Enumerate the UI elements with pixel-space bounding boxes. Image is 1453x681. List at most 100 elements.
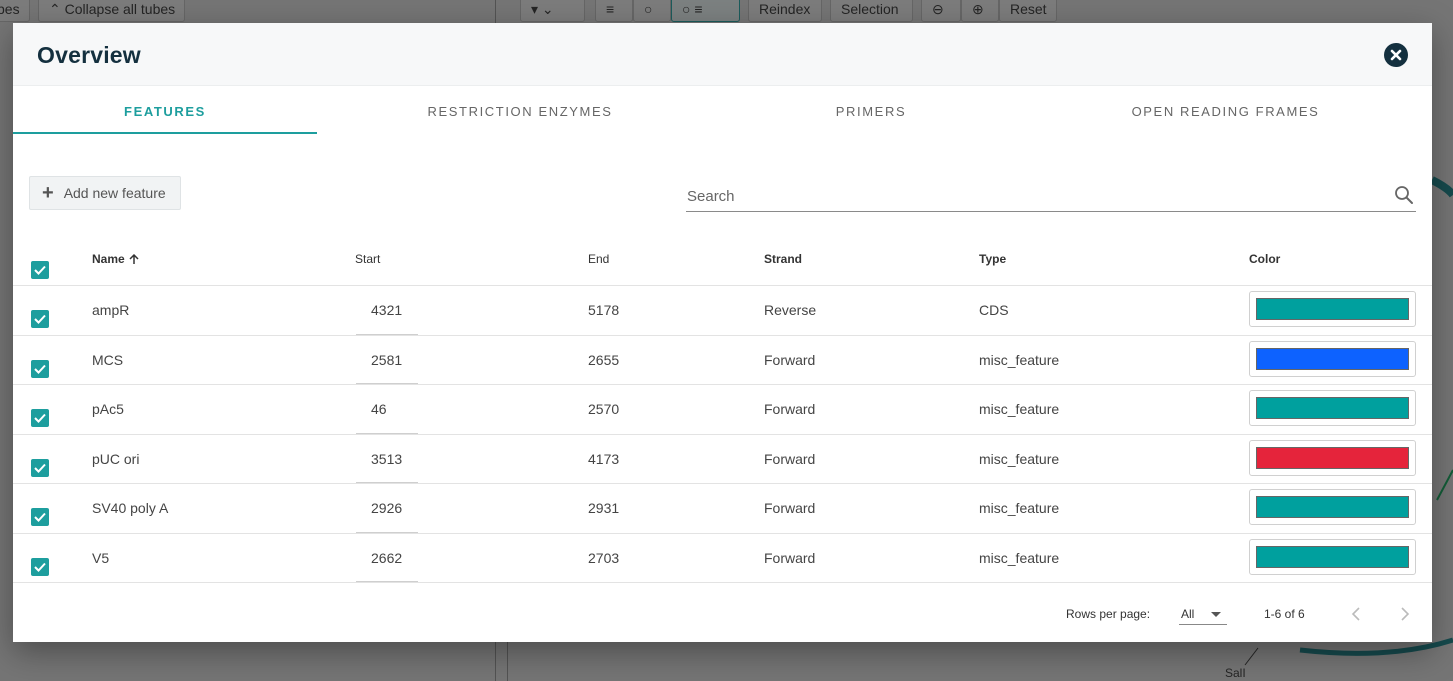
check-icon bbox=[34, 463, 46, 473]
feature-strand: Forward bbox=[764, 401, 816, 418]
feature-type: CDS bbox=[979, 302, 1009, 319]
feature-color-picker[interactable] bbox=[1249, 439, 1416, 476]
table-row: pAc5 46 2570 Forward misc_feature bbox=[13, 385, 1432, 435]
feature-type: misc_feature bbox=[979, 401, 1060, 418]
check-icon bbox=[34, 314, 46, 324]
check-icon bbox=[34, 413, 46, 423]
rows-per-page-select[interactable]: All bbox=[1179, 601, 1227, 625]
feature-type: misc_feature bbox=[979, 549, 1060, 566]
feature-strand: Forward bbox=[764, 500, 816, 517]
feature-type: misc_feature bbox=[979, 500, 1060, 517]
search-icon[interactable] bbox=[1394, 185, 1414, 205]
check-icon bbox=[34, 512, 46, 522]
table-row: SV40 poly A 2926 2931 Forward misc_featu… bbox=[13, 484, 1432, 534]
add-new-feature-button[interactable]: + Add new feature bbox=[29, 176, 181, 210]
table-row: pUC ori 3513 4173 Forward misc_feature bbox=[13, 435, 1432, 484]
column-header-type[interactable]: Type bbox=[979, 234, 1006, 283]
select-all-checkbox[interactable] bbox=[31, 261, 49, 279]
row-checkbox[interactable] bbox=[31, 310, 49, 328]
feature-start-field[interactable]: 4321 bbox=[356, 286, 418, 335]
feature-end: 2570 bbox=[588, 401, 620, 418]
tab-bar: Features Restriction Enzymes Primers Ope… bbox=[13, 87, 1432, 135]
caret-down-icon bbox=[1211, 612, 1221, 617]
feature-strand: Reverse bbox=[764, 302, 817, 319]
feature-name: V5 bbox=[92, 549, 110, 566]
feature-start-field[interactable]: 2581 bbox=[356, 336, 418, 384]
search-input[interactable] bbox=[686, 180, 1376, 210]
modal-header: Overview bbox=[13, 23, 1432, 86]
feature-end: 5178 bbox=[588, 302, 620, 319]
row-checkbox[interactable] bbox=[31, 359, 49, 378]
feature-start: 3513 bbox=[371, 450, 403, 467]
color-swatch bbox=[1256, 496, 1409, 518]
column-header-strand[interactable]: Strand bbox=[764, 234, 802, 283]
table-row: MCS 2581 2655 Forward misc_feature bbox=[13, 336, 1432, 385]
table-header-row: Name Start End Strand Type Color bbox=[13, 236, 1432, 286]
column-header-end[interactable]: End bbox=[588, 234, 609, 283]
table-body: ampR 4321 5178 Reverse CDS MCS 2581 2655… bbox=[13, 286, 1432, 583]
feature-end: 2931 bbox=[588, 500, 620, 517]
feature-color-picker[interactable] bbox=[1249, 390, 1416, 426]
tab-features[interactable]: Features bbox=[13, 87, 317, 135]
feature-color-picker[interactable] bbox=[1249, 340, 1416, 377]
table-footer: Rows per page: All 1-6 of 6 bbox=[13, 596, 1432, 642]
check-icon bbox=[34, 364, 46, 374]
feature-start-field[interactable]: 2662 bbox=[356, 534, 418, 582]
feature-name: MCS bbox=[92, 351, 124, 368]
close-button[interactable] bbox=[1384, 43, 1408, 67]
rows-per-page-label: Rows per page: bbox=[1066, 607, 1151, 621]
feature-start-field[interactable]: 3513 bbox=[356, 435, 418, 483]
table-row: V5 2662 2703 Forward misc_feature bbox=[13, 534, 1432, 583]
row-checkbox[interactable] bbox=[31, 458, 49, 477]
row-checkbox[interactable] bbox=[31, 557, 49, 576]
feature-color-picker[interactable] bbox=[1249, 291, 1416, 327]
check-icon bbox=[34, 562, 46, 572]
column-header-name[interactable]: Name bbox=[92, 234, 140, 283]
modal-title: Overview bbox=[37, 42, 141, 68]
arrow-up-icon bbox=[129, 253, 139, 264]
search-field bbox=[686, 180, 1416, 212]
feature-type: misc_feature bbox=[979, 450, 1060, 467]
color-swatch bbox=[1256, 298, 1409, 320]
chevron-right-icon bbox=[1401, 607, 1410, 621]
feature-start: 4321 bbox=[371, 302, 403, 318]
feature-start: 2662 bbox=[371, 549, 403, 566]
column-header-start[interactable]: Start bbox=[355, 234, 380, 283]
color-swatch bbox=[1256, 545, 1409, 568]
feature-type: misc_feature bbox=[979, 351, 1060, 368]
feature-name: ampR bbox=[92, 302, 130, 319]
feature-name: pAc5 bbox=[92, 401, 124, 418]
feature-name: SV40 poly A bbox=[92, 500, 169, 517]
column-header-color[interactable]: Color bbox=[1249, 234, 1280, 283]
check-icon bbox=[34, 265, 46, 275]
feature-strand: Forward bbox=[764, 549, 816, 566]
features-table: Name Start End Strand Type Color ampR 43… bbox=[13, 236, 1432, 583]
tab-restriction-enzymes[interactable]: Restriction Enzymes bbox=[317, 87, 723, 135]
color-swatch bbox=[1256, 446, 1409, 469]
add-new-feature-label: Add new feature bbox=[63, 185, 166, 201]
tab-primers[interactable]: Primers bbox=[723, 87, 1019, 135]
feature-end: 2703 bbox=[588, 549, 620, 566]
previous-page-button[interactable] bbox=[1344, 602, 1368, 626]
feature-color-picker[interactable] bbox=[1249, 538, 1416, 575]
feature-start: 2926 bbox=[371, 500, 403, 516]
next-page-button[interactable] bbox=[1393, 602, 1417, 626]
row-checkbox[interactable] bbox=[31, 409, 49, 427]
feature-strand: Forward bbox=[764, 450, 816, 467]
row-checkbox[interactable] bbox=[31, 508, 49, 526]
feature-end: 2655 bbox=[588, 351, 620, 368]
color-swatch bbox=[1256, 397, 1409, 419]
feature-start-field[interactable]: 46 bbox=[356, 385, 418, 434]
table-row: ampR 4321 5178 Reverse CDS bbox=[13, 286, 1432, 336]
color-swatch bbox=[1256, 347, 1409, 370]
feature-start: 46 bbox=[371, 401, 387, 417]
plus-icon: + bbox=[42, 182, 54, 204]
column-header-name-label: Name bbox=[92, 251, 125, 266]
feature-start: 2581 bbox=[371, 351, 403, 368]
feature-end: 4173 bbox=[588, 450, 620, 467]
rows-per-page-value: All bbox=[1181, 607, 1195, 621]
feature-start-field[interactable]: 2926 bbox=[356, 484, 418, 533]
feature-color-picker[interactable] bbox=[1249, 489, 1416, 525]
page-range-text: 1-6 of 6 bbox=[1264, 607, 1305, 621]
tab-open-reading-frames[interactable]: Open Reading Frames bbox=[1019, 87, 1432, 135]
